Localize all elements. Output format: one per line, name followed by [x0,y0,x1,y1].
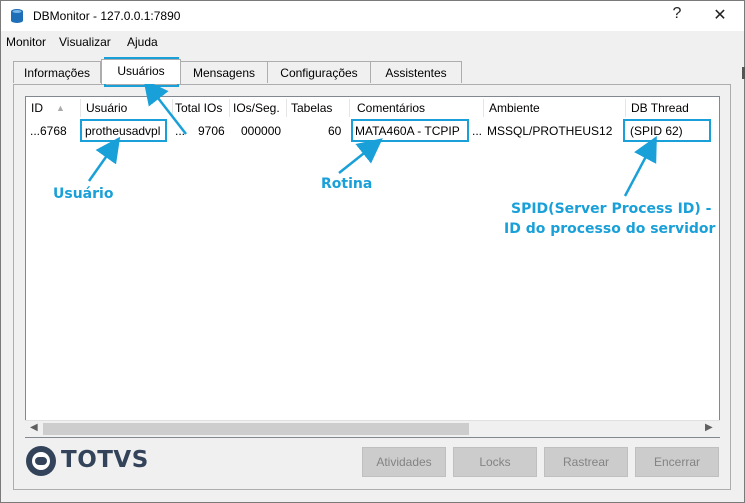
close-button[interactable]: ✕ [705,5,735,25]
menu-ajuda[interactable]: Ajuda [127,35,158,49]
atividades-button[interactable]: Atividades [362,447,446,477]
window-title: DBMonitor - 127.0.0.1:7890 [33,9,181,23]
cell-total-ios: 9706 [198,124,225,138]
col-id[interactable]: ID [31,101,43,115]
locks-button[interactable]: Locks [453,447,537,477]
arrow-left-icon[interactable]: ◀ [30,422,38,433]
col-separator [80,99,81,117]
col-db-thread[interactable]: DB Thread [631,101,689,115]
col-total-ios[interactable]: Total IOs [175,101,222,115]
highlight-db-thread-cell [623,119,711,142]
encerrar-button[interactable]: Encerrar [635,447,719,477]
cell-truncated: ... [472,124,483,138]
menu-visualizar[interactable]: Visualizar [59,35,111,49]
col-separator [349,99,350,117]
col-separator [483,99,484,117]
annotation-spid-line2: ID do processo do servidor [504,221,716,237]
col-comentarios[interactable]: Comentários [357,101,425,115]
annotation-spid-line1: SPID(Server Process ID) - [511,201,712,217]
col-tabelas[interactable]: Tabelas [291,101,332,115]
title-bar: DBMonitor - 127.0.0.1:7890 ? ✕ [1,1,744,31]
annotation-rotina: Rotina [321,176,373,192]
col-separator [286,99,287,117]
menu-bar: Monitor Visualizar Ajuda [1,32,744,52]
col-ambiente[interactable]: Ambiente [489,101,540,115]
annotation-usuario: Usuário [53,186,114,202]
tab-mensagens[interactable]: Mensagens [180,61,268,83]
menu-monitor[interactable]: Monitor [6,35,46,49]
cell-ambiente: MSSQL/PROTHEUS12 [487,124,613,138]
users-table[interactable]: ID ▲ Usuário Total IOs IOs/Seg. Tabelas … [25,96,720,438]
tab-assistentes[interactable]: Assistentes [370,61,462,83]
horizontal-scrollbar[interactable]: ◀ ▶ [25,420,720,437]
cell-truncated: ... [175,124,186,138]
col-separator [172,99,173,117]
col-separator [229,99,230,117]
cell-id: ...6768 [30,124,67,138]
logo-text: TOTVS [61,447,149,473]
sort-up-icon: ▲ [56,103,65,113]
arrow-right-icon[interactable]: ▶ [705,422,713,433]
tab-configuracoes[interactable]: Configurações [267,61,371,83]
col-usuario[interactable]: Usuário [86,101,127,115]
totvs-logo-icon [26,446,56,476]
tab-informacoes[interactable]: Informações [13,61,101,83]
database-icon [11,9,23,23]
col-ios-seg[interactable]: IOs/Seg. [233,101,280,115]
rastrear-button[interactable]: Rastrear [544,447,628,477]
app-window: DBMonitor - 127.0.0.1:7890 ? ✕ Monitor V… [0,0,745,503]
cell-tabelas: 60 [328,124,342,138]
highlight-usuario-cell [80,119,167,142]
col-separator [625,99,626,117]
tab-usuarios[interactable]: Usuários [101,59,181,84]
table-header: ID ▲ Usuário Total IOs IOs/Seg. Tabelas … [26,97,719,119]
help-button[interactable]: ? [662,5,692,23]
scroll-thumb[interactable] [43,423,469,435]
highlight-comentarios-cell [351,119,469,142]
cell-ios-seg: 000000 [241,124,282,138]
